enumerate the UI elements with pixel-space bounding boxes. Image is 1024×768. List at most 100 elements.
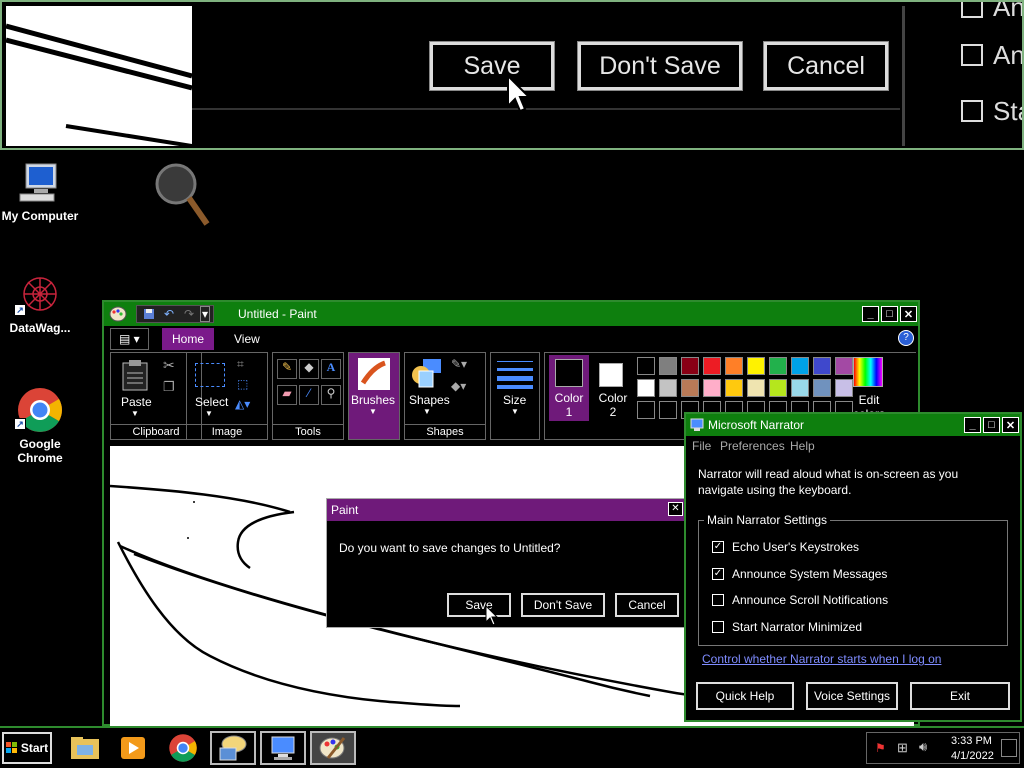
palette-swatch[interactable] — [791, 379, 809, 397]
taskbar-media-player[interactable] — [110, 731, 156, 765]
taskbar-chrome[interactable] — [160, 731, 206, 765]
paste-dropdown-icon[interactable]: ▼ — [131, 409, 139, 418]
narrator-close-button[interactable]: ✕ — [1002, 417, 1019, 433]
undo-icon[interactable]: ↶ — [160, 306, 178, 322]
select-button[interactable]: Select — [195, 395, 228, 409]
network-icon[interactable]: ⊞ — [897, 740, 908, 756]
shapes-dropdown-icon[interactable]: ▼ — [423, 407, 431, 416]
clock-date[interactable]: 4/1/2022 — [951, 750, 994, 762]
save-icon[interactable] — [140, 306, 158, 322]
palette-swatch[interactable] — [681, 379, 699, 397]
maximize-button[interactable]: □ — [881, 306, 898, 322]
palette-swatch[interactable] — [769, 379, 787, 397]
narrator-startup-link[interactable]: Control whether Narrator starts when I l… — [702, 652, 941, 666]
resize-icon[interactable]: ⬚ — [237, 377, 248, 391]
palette-swatch[interactable] — [703, 379, 721, 397]
magnified-save-button[interactable]: Save — [429, 41, 555, 91]
redo-icon[interactable]: ↷ — [180, 306, 198, 322]
paint-menu-button[interactable]: ▤ ▾ — [110, 328, 149, 350]
palette-swatch[interactable] — [747, 357, 765, 375]
palette-swatch[interactable] — [725, 379, 743, 397]
fill-shape-icon[interactable]: ◆▾ — [451, 379, 466, 393]
cut-icon[interactable]: ✂ — [163, 357, 175, 374]
menu-help[interactable]: Help — [790, 439, 815, 453]
copy-icon[interactable]: ❐ — [163, 379, 175, 395]
checkbox[interactable]: ✓ — [712, 541, 724, 553]
select-icon[interactable] — [195, 363, 225, 387]
palette-swatch[interactable] — [835, 357, 853, 375]
magnified-cancel-button[interactable]: Cancel — [763, 41, 889, 91]
paste-button[interactable]: Paste — [121, 395, 152, 409]
custom-palette-slot[interactable] — [659, 401, 677, 419]
minimize-button[interactable]: _ — [862, 306, 879, 322]
taskbar-paint[interactable] — [310, 731, 356, 765]
text-icon[interactable]: A — [321, 359, 341, 379]
magnifier-tool-icon[interactable]: ⚲ — [321, 385, 341, 405]
narrator-maximize-button[interactable]: □ — [983, 417, 1000, 433]
option-echo-keystrokes[interactable]: ✓ Echo User's Keystrokes — [712, 540, 859, 554]
fill-icon[interactable]: ◆ — [299, 359, 319, 379]
magnified-dont-save-button[interactable]: Don't Save — [577, 41, 743, 91]
palette-swatch[interactable] — [813, 357, 831, 375]
desktop-icon-datawag[interactable]: ↗ DataWag... — [0, 272, 80, 335]
dialog-titlebar[interactable]: Paint ✕ — [327, 499, 685, 521]
dialog-close-button[interactable]: ✕ — [668, 502, 683, 516]
menu-file[interactable]: File — [692, 439, 711, 453]
palette-swatch[interactable] — [681, 357, 699, 375]
shapes-icon[interactable] — [411, 357, 443, 389]
option-announce-system-messages[interactable]: ✓ Announce System Messages — [712, 567, 887, 581]
eraser-icon[interactable]: ▰ — [277, 385, 297, 405]
edit-colors-icon[interactable] — [853, 357, 883, 387]
taskbar-explorer[interactable] — [62, 731, 108, 765]
taskbar-narrator[interactable] — [260, 731, 306, 765]
desktop-icon-my-computer[interactable]: My Computer — [0, 160, 80, 223]
show-desktop-button[interactable] — [1001, 739, 1017, 757]
action-center-icon[interactable]: ⚑ — [875, 741, 886, 755]
close-button[interactable]: ✕ — [900, 306, 917, 322]
clock-time[interactable]: 3:33 PM — [951, 735, 992, 747]
palette-swatch[interactable] — [769, 357, 787, 375]
palette-swatch[interactable] — [747, 379, 765, 397]
cancel-button[interactable]: Cancel — [615, 593, 679, 617]
rotate-icon[interactable]: ◭▾ — [235, 397, 250, 411]
tab-view[interactable]: View — [224, 328, 270, 350]
narrator-minimize-button[interactable]: _ — [964, 417, 981, 433]
menu-preferences[interactable]: Preferences — [720, 439, 785, 453]
pencil-icon[interactable]: ✎ — [277, 359, 297, 379]
palette-swatch[interactable] — [637, 357, 655, 375]
palette-swatch[interactable] — [703, 357, 721, 375]
shapes-button[interactable]: Shapes — [409, 393, 450, 407]
checkbox[interactable] — [712, 621, 724, 633]
dont-save-button[interactable]: Don't Save — [521, 593, 605, 617]
voice-settings-button[interactable]: Voice Settings — [806, 682, 898, 710]
palette-swatch[interactable] — [637, 379, 655, 397]
palette-swatch[interactable] — [813, 379, 831, 397]
taskbar-narrator-chat[interactable] — [210, 731, 256, 765]
color1-button[interactable]: Color 1 — [549, 355, 589, 421]
palette-swatch[interactable] — [791, 357, 809, 375]
checkbox[interactable]: ✓ — [712, 568, 724, 580]
palette-swatch[interactable] — [725, 357, 743, 375]
tab-home[interactable]: Home — [162, 328, 215, 350]
customize-qat-icon[interactable]: ▾ — [200, 306, 210, 322]
desktop-icon-google-chrome[interactable]: ↗ Google Chrome — [0, 386, 80, 465]
custom-palette-slot[interactable] — [637, 401, 655, 419]
palette-swatch[interactable] — [659, 357, 677, 375]
outline-icon[interactable]: ✎▾ — [451, 357, 467, 371]
color-picker-icon[interactable]: ⁄ — [299, 385, 319, 405]
start-button[interactable]: Start — [2, 732, 52, 764]
option-announce-scroll-notifications[interactable]: Announce Scroll Notifications — [712, 593, 888, 607]
color2-button[interactable]: Color 2 — [593, 355, 633, 421]
save-button[interactable]: Save — [447, 593, 511, 617]
option-start-minimized[interactable]: Start Narrator Minimized — [712, 620, 862, 634]
help-icon[interactable]: ? — [898, 330, 914, 346]
checkbox[interactable] — [712, 594, 724, 606]
exit-button[interactable]: Exit — [910, 682, 1010, 710]
paint-titlebar[interactable]: ↶ ↷ ▾ Untitled - Paint _ □ ✕ — [104, 302, 918, 326]
palette-swatch[interactable] — [659, 379, 677, 397]
paste-icon[interactable] — [121, 359, 149, 391]
brushes-button[interactable]: Brushes ▼ — [348, 352, 400, 440]
crop-icon[interactable]: ⌗ — [237, 357, 244, 372]
size-button[interactable]: Size ▼ — [490, 352, 540, 440]
desktop-icon-magnifier[interactable] — [146, 160, 216, 233]
